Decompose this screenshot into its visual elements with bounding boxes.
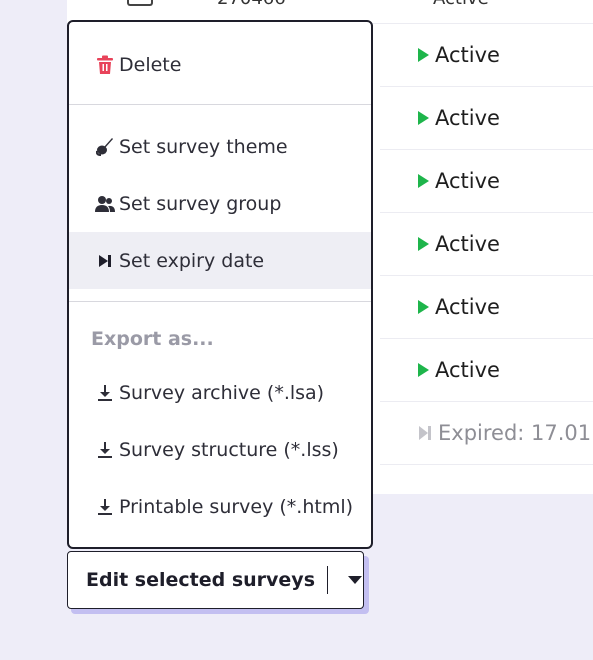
caret-down-icon[interactable]: [348, 576, 363, 584]
menu-item-label: Set survey theme: [119, 135, 288, 158]
table-row[interactable]: Expired: 17.01: [380, 402, 593, 465]
status-text: Active: [435, 358, 500, 382]
status-text: Active: [435, 232, 500, 256]
bulk-actions-menu: Delete Set survey theme Set survey group: [67, 20, 373, 549]
table-row[interactable]: Active: [380, 87, 593, 150]
menu-item-set-theme[interactable]: Set survey theme: [69, 118, 371, 175]
menu-item-label: Survey structure (*.lss): [119, 438, 339, 461]
download-icon: [95, 383, 115, 403]
download-icon: [95, 440, 115, 460]
play-icon: [418, 174, 429, 188]
edit-button-label: Edit selected surveys: [86, 569, 316, 591]
menu-item-set-group[interactable]: Set survey group: [69, 175, 371, 232]
play-icon: [418, 111, 429, 125]
play-icon: [418, 237, 429, 251]
menu-divider: [69, 104, 371, 105]
status-text: Expired: 17.01: [438, 421, 592, 445]
play-icon: [418, 48, 429, 62]
menu-item-label: Delete: [119, 53, 182, 76]
status-text: Active: [435, 43, 500, 67]
paint-brush-icon: [95, 137, 115, 157]
survey-id-cell: 270466: [217, 0, 286, 9]
button-separator: [327, 566, 329, 594]
row-checkbox[interactable]: [127, 0, 153, 6]
menu-divider: [69, 301, 371, 302]
table-row[interactable]: Active: [380, 339, 593, 402]
menu-item-label: Printable survey (*.html): [119, 495, 354, 518]
play-icon: [418, 300, 429, 314]
download-icon: [95, 497, 115, 517]
menu-item-export-structure[interactable]: Survey structure (*.lss): [69, 421, 371, 478]
menu-item-export-archive[interactable]: Survey archive (*.lsa): [69, 364, 371, 421]
users-icon: [95, 194, 115, 214]
table-row[interactable]: Active: [380, 24, 593, 87]
menu-item-label: Survey archive (*.lsa): [119, 381, 325, 404]
menu-item-export-printable[interactable]: Printable survey (*.html): [69, 478, 371, 535]
table-row[interactable]: Active: [380, 150, 593, 213]
status-text: Active: [435, 169, 500, 193]
table-row[interactable]: Active: [380, 276, 593, 339]
menu-item-set-expiry[interactable]: Set expiry date: [69, 232, 371, 289]
export-section-header: Export as...: [91, 328, 214, 350]
trash-icon: [95, 55, 115, 75]
status-text: Active: [435, 106, 500, 130]
status-cell: Active: [433, 0, 489, 9]
skip-forward-icon: [418, 425, 432, 441]
menu-item-delete[interactable]: Delete: [69, 36, 371, 93]
table-row[interactable]: Active: [380, 213, 593, 276]
menu-item-label: Set expiry date: [119, 249, 265, 272]
edit-selected-surveys-button[interactable]: Edit selected surveys: [67, 551, 364, 609]
menu-item-label: Set survey group: [119, 192, 282, 215]
play-icon: [418, 363, 429, 377]
status-text: Active: [435, 295, 500, 319]
skip-forward-icon: [95, 251, 115, 271]
